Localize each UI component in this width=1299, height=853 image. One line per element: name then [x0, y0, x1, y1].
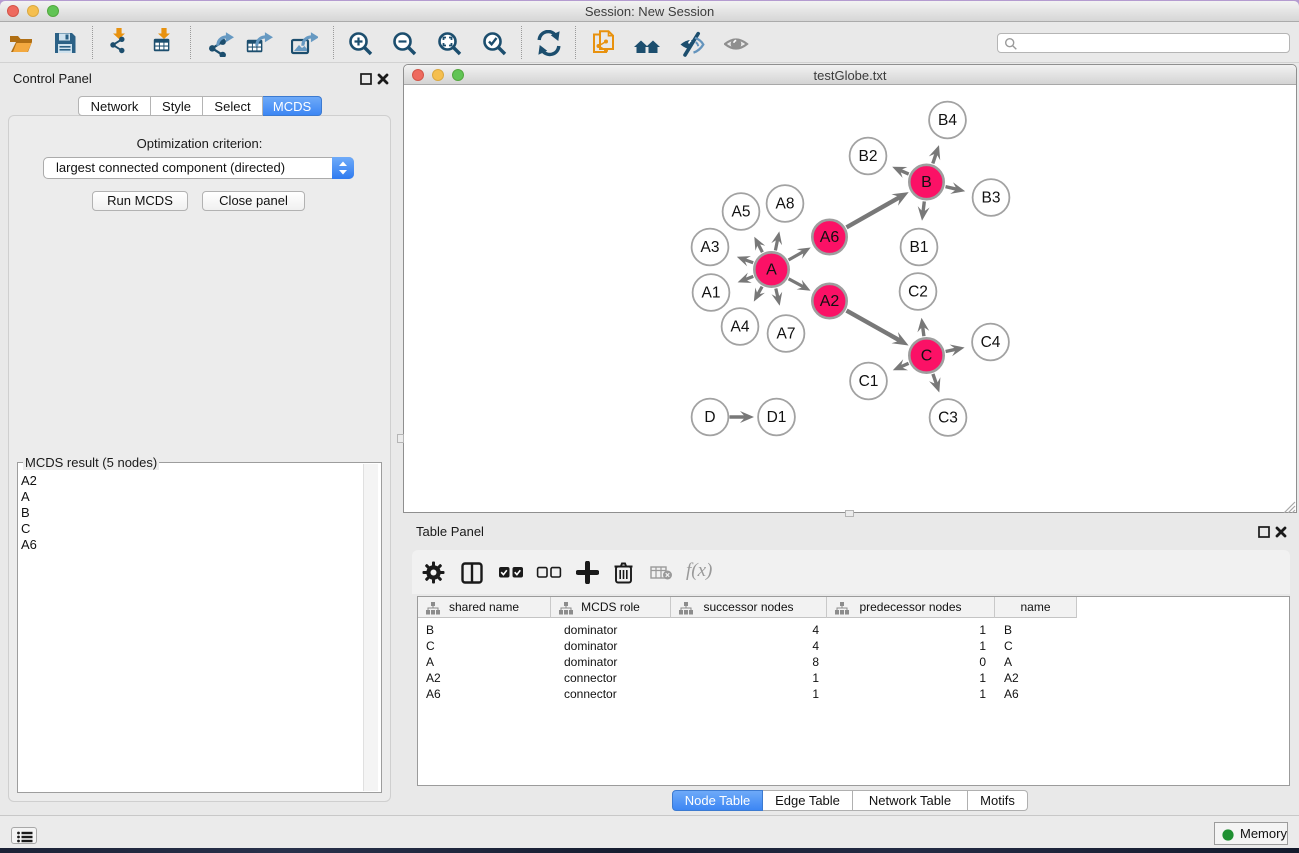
svg-text:A5: A5	[732, 204, 751, 221]
svg-text:C4: C4	[981, 334, 1001, 351]
svg-text:A4: A4	[731, 319, 750, 336]
svg-text:A8: A8	[776, 196, 795, 213]
svg-text:B: B	[921, 174, 932, 191]
svg-text:D1: D1	[767, 409, 787, 426]
svg-text:A7: A7	[777, 326, 796, 343]
svg-text:C1: C1	[859, 373, 879, 390]
svg-text:C: C	[921, 348, 933, 365]
svg-text:A2: A2	[820, 293, 840, 310]
svg-text:B2: B2	[859, 148, 878, 165]
svg-text:B3: B3	[982, 190, 1001, 207]
svg-text:D: D	[704, 409, 715, 426]
svg-text:C3: C3	[938, 410, 958, 427]
svg-text:A3: A3	[701, 239, 720, 256]
svg-text:A1: A1	[702, 285, 721, 302]
svg-text:A6: A6	[820, 229, 840, 246]
svg-text:C2: C2	[908, 284, 928, 301]
svg-text:B1: B1	[910, 239, 929, 256]
svg-text:A: A	[766, 262, 777, 279]
svg-text:B4: B4	[938, 112, 957, 129]
